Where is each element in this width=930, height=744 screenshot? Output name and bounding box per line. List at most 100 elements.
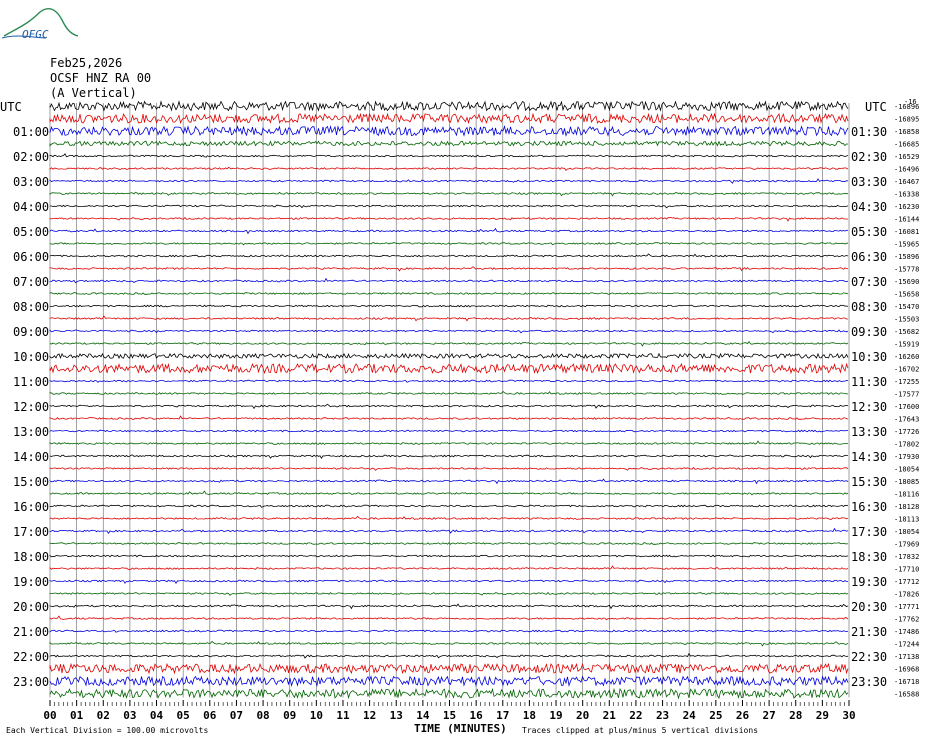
seismic-trace — [49, 629, 849, 633]
trace-offset-label: -16144 — [894, 216, 919, 224]
seismic-trace — [49, 100, 849, 112]
x-axis-title: TIME (MINUTES) — [414, 722, 507, 735]
seismic-trace — [49, 178, 849, 184]
seismic-trace — [49, 640, 849, 647]
x-tick-label: 28 — [789, 709, 802, 722]
hour-label-right: 01:30 — [851, 125, 887, 139]
trace-offset-label: -17577 — [894, 391, 919, 399]
seismic-trace — [49, 315, 849, 322]
trace-offset-label: -16588 — [894, 691, 919, 699]
trace-offset-label: -17762 — [894, 616, 919, 624]
x-tick-label: 27 — [762, 709, 775, 722]
hour-label-right: 10:30 — [851, 350, 887, 364]
hour-label-left: 17:00 — [13, 525, 49, 539]
trace-offset-label: -15470 — [894, 303, 919, 311]
hour-label-left: 11:00 — [13, 375, 49, 389]
trace-offset-label: -16858 — [894, 128, 919, 136]
seismic-trace — [50, 204, 849, 209]
seismic-trace — [49, 554, 849, 558]
hour-label-left: 22:00 — [13, 650, 49, 664]
trace-offset-label: -17771 — [894, 603, 919, 611]
hour-label-right: 08:30 — [851, 300, 887, 314]
hour-label-right: 23:30 — [851, 675, 887, 689]
hour-label-left: 20:00 — [13, 600, 49, 614]
trace-offset-label: -17802 — [894, 441, 919, 449]
hour-label-right: 06:30 — [851, 250, 887, 264]
hour-label-right: 20:30 — [851, 600, 887, 614]
trace-offset-label: -15690 — [894, 278, 919, 286]
trace-offset-label: -18085 — [894, 478, 919, 486]
seismic-trace — [49, 565, 849, 571]
hour-label-left: 06:00 — [13, 250, 49, 264]
footer-clip-note: Traces clipped at plus/minus 5 vertical … — [522, 726, 759, 735]
hour-label-right: 04:30 — [851, 200, 887, 214]
hour-label-right: 11:30 — [851, 375, 887, 389]
seismic-trace — [49, 266, 849, 272]
hour-label-left: 21:00 — [13, 625, 49, 639]
x-tick-label: 30 — [842, 709, 855, 722]
seismic-trace — [49, 466, 849, 471]
seismic-trace — [49, 504, 849, 508]
seismic-trace — [49, 329, 848, 334]
seismic-trace — [49, 415, 849, 420]
hour-label-right: 19:30 — [851, 575, 887, 589]
seismic-trace — [49, 440, 849, 446]
helicorder-chart: -16896-16895-16858-16685-16529-16496-164… — [13, 98, 919, 722]
trace-offset-label: -18054 — [894, 466, 919, 474]
trace-offset-label: -17138 — [894, 653, 919, 661]
trace-offset-label: -18128 — [894, 503, 919, 511]
seismic-trace — [49, 515, 849, 520]
seismic-trace — [49, 542, 849, 545]
trace-offset-label: -16230 — [894, 203, 919, 211]
trace-offset-label: -17600 — [894, 403, 919, 411]
trace-offset-label: -15503 — [894, 316, 919, 324]
seismic-trace — [49, 591, 849, 596]
x-tick-label: 07 — [230, 709, 243, 722]
seismic-trace — [49, 615, 849, 621]
trace-offset-label: -17930 — [894, 453, 919, 461]
hour-label-left: 07:00 — [13, 275, 49, 289]
hour-label-left: 14:00 — [13, 450, 49, 464]
seismic-trace — [49, 191, 849, 197]
seismic-trace — [49, 429, 849, 433]
hour-label-left: 09:00 — [13, 325, 49, 339]
x-tick-label: 15 — [443, 709, 456, 722]
seismic-trace — [49, 662, 849, 675]
hour-label-left: 01:00 — [13, 125, 49, 139]
seismic-trace — [49, 454, 849, 459]
trace-offset-label: -15658 — [894, 291, 919, 299]
hour-label-left: 13:00 — [13, 425, 49, 439]
seismic-trace — [49, 112, 849, 125]
trace-offset-label: -17643 — [894, 416, 919, 424]
seismic-trace — [49, 253, 849, 258]
seismic-trace — [49, 304, 849, 308]
trace-offset-label: -16338 — [894, 191, 919, 199]
x-tick-label: 17 — [496, 709, 509, 722]
seismic-trace — [49, 153, 849, 158]
trace-offset-label: -15778 — [894, 266, 919, 274]
trace-offset-label: -16685 — [894, 141, 919, 149]
x-tick-label: 08 — [256, 709, 269, 722]
seismic-trace — [49, 216, 849, 222]
seismic-trace — [49, 390, 849, 395]
hour-label-left: 02:00 — [13, 150, 49, 164]
x-tick-label: 19 — [549, 709, 562, 722]
x-tick-label: 22 — [629, 709, 642, 722]
hour-label-right: 14:30 — [851, 450, 887, 464]
hour-label-left: 04:00 — [13, 200, 49, 214]
hour-label-right: 22:30 — [851, 650, 887, 664]
hour-label-right: 05:30 — [851, 225, 887, 239]
seismic-trace — [49, 478, 849, 485]
x-tick-label: 13 — [390, 709, 403, 722]
seismic-trace — [49, 242, 849, 246]
seismic-trace — [49, 403, 849, 410]
hour-label-right: 15:30 — [851, 475, 887, 489]
trace-offset-label: -16260 — [894, 353, 919, 361]
x-tick-label: 09 — [283, 709, 296, 722]
seismic-trace — [49, 652, 849, 659]
footer-scale-note: Each Vertical Division = 100.00 microvol… — [6, 726, 209, 735]
hour-label-left: 05:00 — [13, 225, 49, 239]
seismic-trace — [49, 277, 849, 284]
seismic-trace — [49, 166, 849, 172]
seismic-trace — [49, 352, 849, 360]
